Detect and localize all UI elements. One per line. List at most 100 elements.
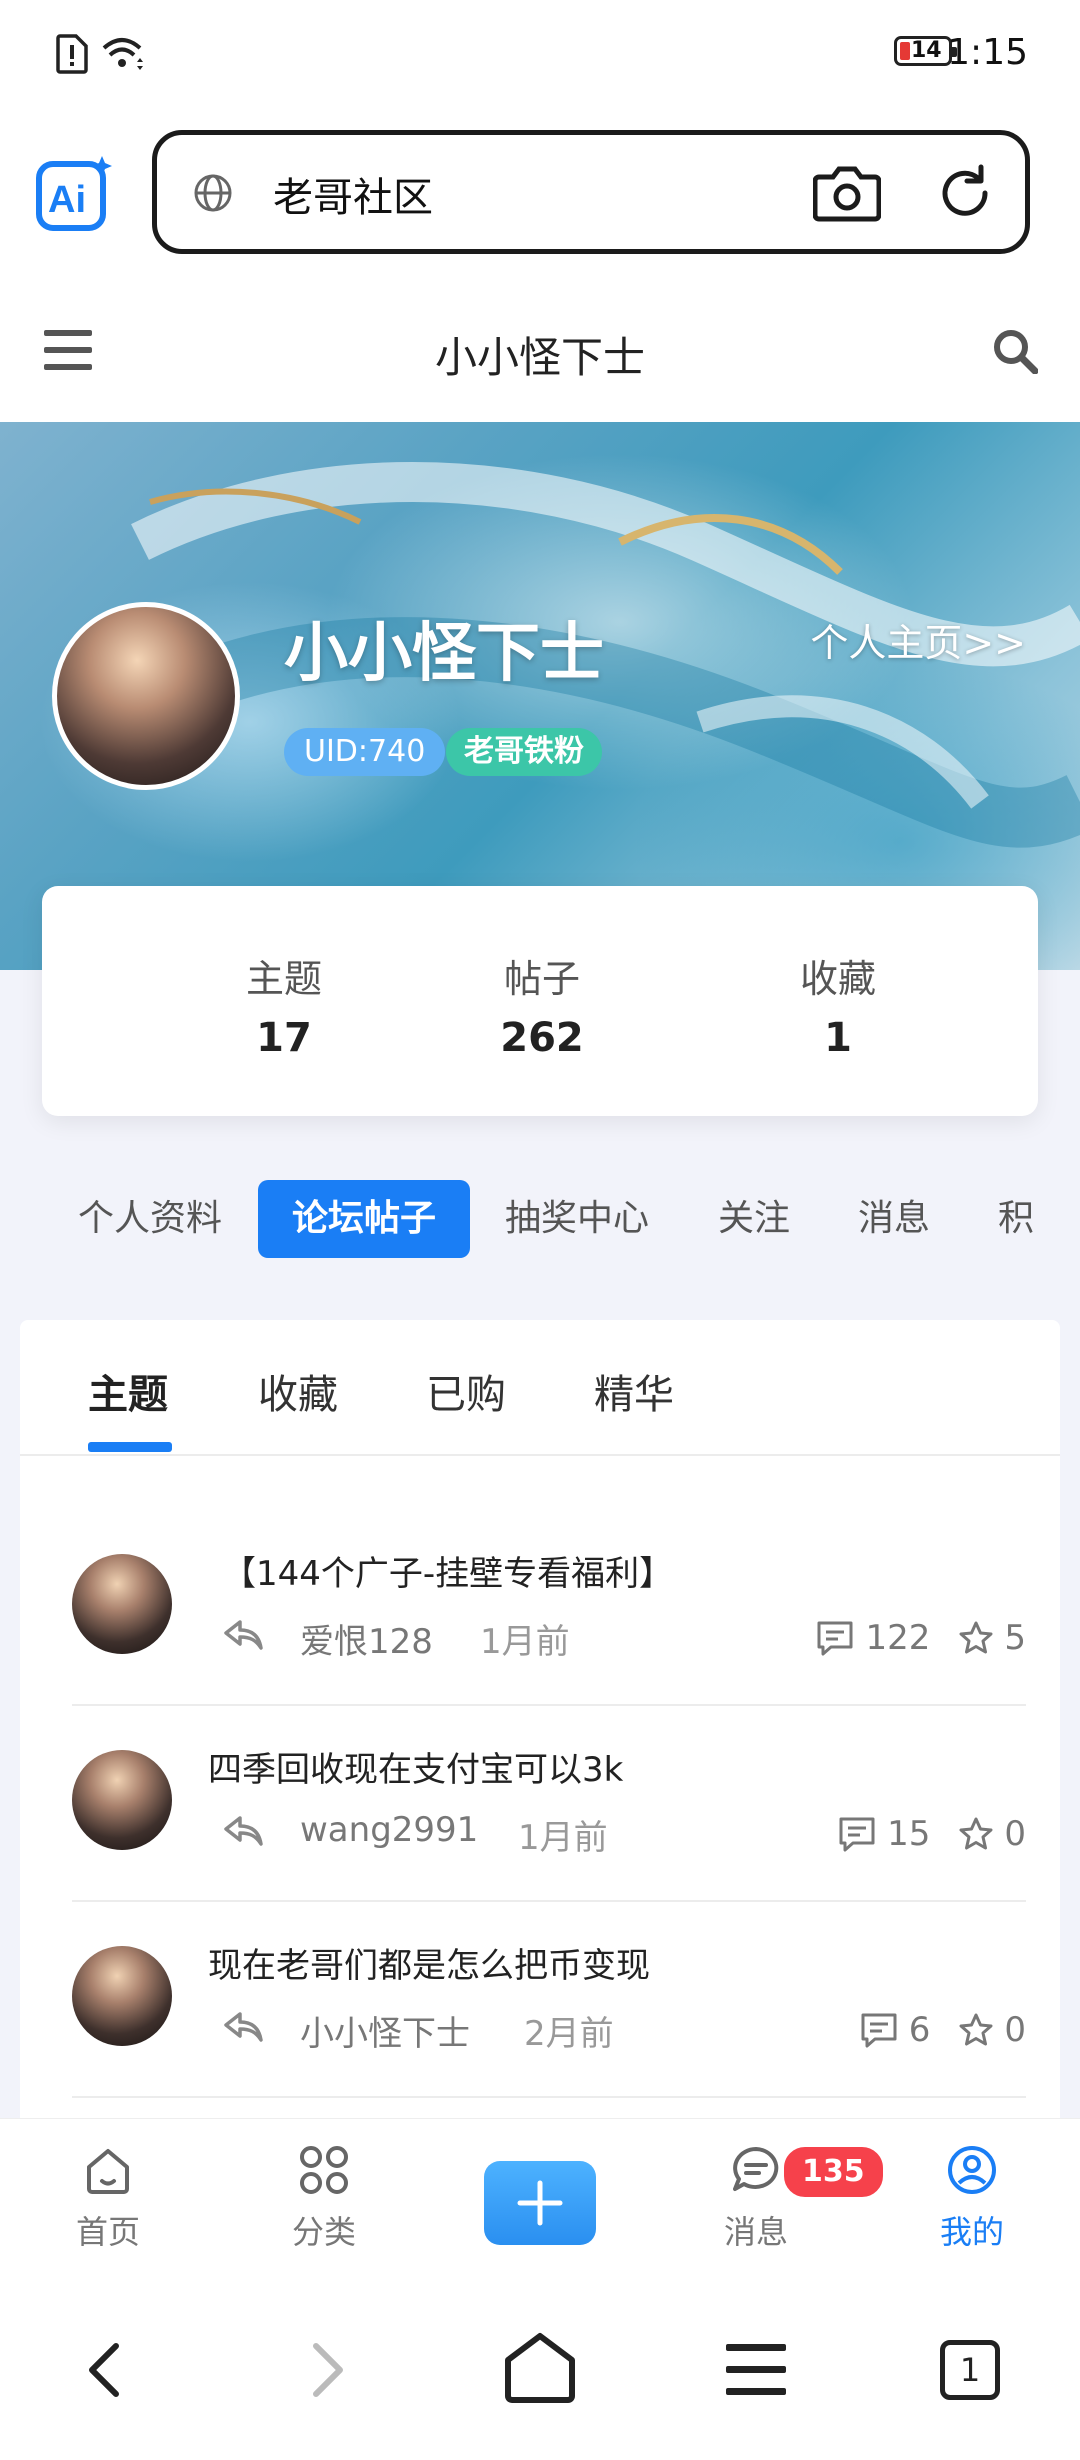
forward-icon[interactable] — [308, 2342, 348, 2398]
battery-icon: 14 — [894, 36, 957, 66]
plus-icon — [517, 2180, 563, 2226]
stat-label: 主题 — [245, 957, 322, 1001]
nav-category[interactable]: 分类 — [254, 2143, 394, 2253]
system-navigation: 1 — [0, 2284, 1080, 2460]
stat-favorites[interactable]: 收藏 1 — [738, 948, 938, 1061]
homepage-link[interactable]: 个人主页>> — [810, 612, 1026, 667]
divider — [72, 2096, 1026, 2098]
stat-value: 1 — [824, 1015, 852, 1061]
refresh-icon[interactable] — [935, 163, 995, 223]
reply-icon — [224, 2012, 263, 2042]
star-icon[interactable] — [958, 1816, 994, 1852]
post-time: 1月前 — [518, 1818, 608, 1858]
reply-icon — [224, 1816, 263, 1846]
subtab-favorites[interactable]: 收藏 — [258, 1362, 338, 1420]
stat-value: 17 — [256, 1015, 312, 1061]
grid-icon — [300, 2146, 348, 2194]
star-count: 0 — [1004, 1814, 1026, 1854]
camera-icon[interactable] — [813, 163, 881, 223]
post-avatar[interactable] — [72, 1750, 172, 1850]
menu-lines-icon[interactable] — [726, 2342, 786, 2398]
wifi-icon — [102, 38, 143, 70]
home-icon — [87, 2149, 129, 2194]
comment-count: 15 — [887, 1814, 931, 1854]
post-title[interactable]: 四季回收现在支付宝可以3k — [208, 1742, 623, 1791]
active-tab-indicator — [88, 1442, 172, 1452]
fan-level-badge: 老哥铁粉 — [446, 728, 602, 776]
subtab-purchased[interactable]: 已购 — [426, 1362, 506, 1420]
add-post-button[interactable] — [484, 2161, 596, 2245]
home-button-icon[interactable] — [502, 2330, 578, 2404]
post-item[interactable]: 现在老哥们都是怎么把币变现 小小怪下士 2月前 6 0 — [72, 1902, 1026, 2098]
post-item[interactable]: 四季回收现在支付宝可以3k wang2991 1月前 15 0 — [72, 1706, 1026, 1902]
star-count: 5 — [1004, 1618, 1026, 1658]
tab-profile-info[interactable]: 个人资料 — [78, 1180, 222, 1258]
nav-mine[interactable]: 我的 — [902, 2143, 1042, 2253]
back-icon[interactable] — [84, 2342, 124, 2398]
post-author[interactable]: 爱恨128 — [300, 1614, 433, 1663]
star-icon[interactable] — [958, 1620, 994, 1656]
nav-label: 分类 — [291, 2213, 356, 2251]
search-icon[interactable] — [992, 328, 1038, 374]
stats-card: 主题 17 帖子 262 收藏 1 — [42, 886, 1038, 1116]
globe-icon — [194, 174, 232, 212]
address-text[interactable]: 老哥社区 — [273, 165, 433, 223]
status-time: 1:15 — [947, 32, 1028, 73]
uid-badge: UID:740 — [284, 728, 446, 776]
post-item[interactable]: 【144个广子-挂壁专看福利】 爱恨128 1月前 122 5 — [72, 1510, 1026, 1706]
post-avatar[interactable] — [72, 1554, 172, 1654]
site-header: 小小怪下士 — [0, 280, 1080, 422]
browser-bar: Ai 老哥社区 — [0, 110, 1080, 280]
post-time: 1月前 — [480, 1622, 570, 1662]
avatar[interactable] — [52, 602, 240, 790]
svg-text:Ai: Ai — [48, 179, 86, 221]
nav-label: 我的 — [939, 2213, 1004, 2251]
nav-label: 消息 — [723, 2213, 788, 2251]
stat-posts[interactable]: 帖子 262 — [442, 948, 642, 1061]
reply-icon — [224, 1620, 263, 1650]
stat-value: 262 — [500, 1015, 584, 1061]
post-title[interactable]: 【144个广子-挂壁专看福利】 — [222, 1546, 673, 1595]
comment-icon — [817, 1621, 853, 1656]
tabs-count-button[interactable]: 1 — [940, 2340, 1000, 2400]
post-stats: 15 0 — [837, 1814, 1026, 1854]
tab-count: 1 — [959, 2351, 981, 2389]
comment-count: 122 — [865, 1618, 931, 1658]
posts-panel: 主题 收藏 已购 精华 【144个广子-挂壁专看福利】 爱恨128 1月前 12… — [20, 1320, 1060, 2140]
comment-count: 6 — [908, 2010, 931, 2050]
stat-topics[interactable]: 主题 17 — [184, 948, 384, 1061]
post-avatar[interactable] — [72, 1946, 172, 2046]
post-title[interactable]: 现在老哥们都是怎么把币变现 — [208, 1938, 650, 1987]
comment-icon — [861, 2013, 897, 2048]
post-stats: 6 0 — [859, 2010, 1026, 2050]
star-icon[interactable] — [958, 2012, 994, 2048]
user-icon — [948, 2146, 996, 2194]
tab-points[interactable]: 积 — [998, 1180, 1034, 1258]
subtab-topics[interactable]: 主题 — [88, 1362, 168, 1420]
notification-alert-icon — [56, 34, 88, 74]
post-author[interactable]: 小小怪下士 — [300, 2006, 470, 2055]
tab-lottery-center[interactable]: 抽奖中心 — [505, 1180, 649, 1258]
tab-forum-posts[interactable]: 论坛帖子 — [258, 1180, 471, 1258]
status-bar: 14 1:15 — [0, 0, 1080, 110]
star-count: 0 — [1004, 2010, 1026, 2050]
page-title: 小小怪下士 — [434, 333, 645, 382]
stat-label: 帖子 — [503, 957, 580, 1001]
tab-messages[interactable]: 消息 — [858, 1180, 930, 1258]
ai-assistant-icon[interactable]: Ai — [36, 154, 114, 232]
nav-home[interactable]: 首页 — [38, 2143, 178, 2253]
nav-label: 首页 — [75, 2213, 140, 2251]
comment-icon — [839, 1817, 875, 1852]
sub-tabs: 主题 收藏 已购 精华 — [20, 1320, 1060, 1456]
message-icon — [733, 2147, 779, 2191]
profile-name: 小小怪下士 — [284, 617, 604, 691]
message-count-badge: 135 — [780, 2143, 887, 2201]
tab-follow[interactable]: 关注 — [718, 1180, 790, 1258]
profile-tabs: 个人资料 论坛帖子 抽奖中心 关注 消息 积 — [0, 1178, 1080, 1258]
post-author[interactable]: wang2991 — [300, 1810, 478, 1850]
subtab-featured[interactable]: 精华 — [594, 1362, 674, 1420]
address-bar[interactable]: 老哥社区 — [152, 130, 1030, 254]
bottom-navigation: 首页 分类 消息 135 我的 — [0, 2118, 1080, 2285]
post-stats: 122 5 — [815, 1618, 1026, 1658]
post-time: 2月前 — [524, 2014, 614, 2054]
